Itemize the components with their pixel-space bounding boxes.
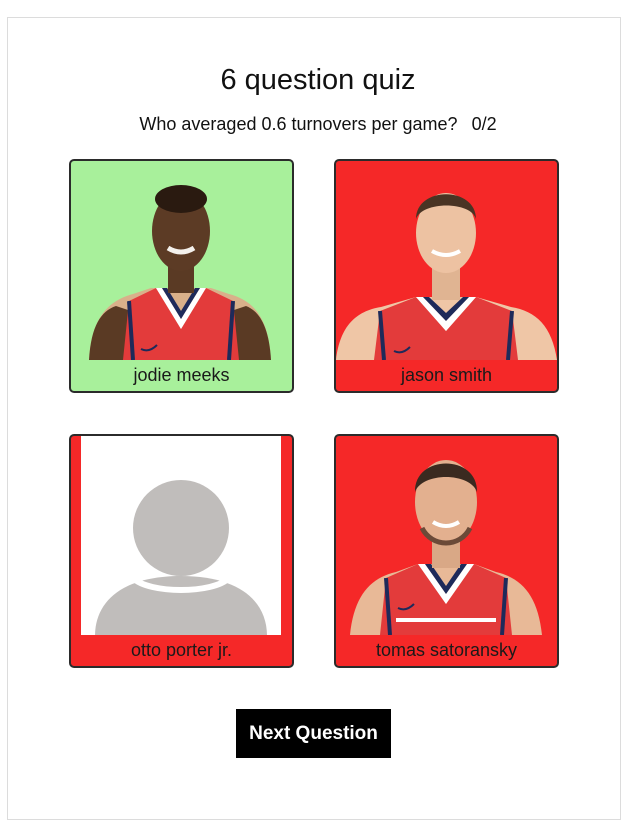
avatar-placeholder-icon — [95, 480, 267, 635]
answer-option-tomas-satoransky[interactable]: tomas satoransky — [334, 434, 559, 668]
option-label: tomas satoransky — [375, 640, 518, 660]
answer-option-otto-porter-jr[interactable]: otto porter jr. — [69, 434, 294, 668]
quiz-title: 6 question quiz — [220, 64, 416, 96]
answer-option-jason-smith[interactable]: jason smith — [334, 159, 559, 393]
player-photo — [336, 436, 557, 635]
score-counter: 0/2 — [471, 114, 497, 134]
avatar-placeholder — [71, 436, 292, 635]
placeholder-frame — [81, 436, 281, 635]
answer-option-jodie-meeks[interactable]: jodie meeks — [69, 159, 294, 393]
option-label: otto porter jr. — [130, 640, 233, 660]
question-text: Who averaged 0.6 turnovers per game? — [139, 114, 458, 134]
next-question-button[interactable]: Next Question — [236, 709, 391, 758]
option-label: jason smith — [400, 365, 493, 385]
quiz-container — [7, 17, 621, 820]
option-label: jodie meeks — [133, 365, 230, 385]
player-photo — [71, 161, 292, 360]
question-line: Who averaged 0.6 turnovers per game? 0/2 — [0, 114, 636, 135]
player-photo — [336, 161, 557, 360]
